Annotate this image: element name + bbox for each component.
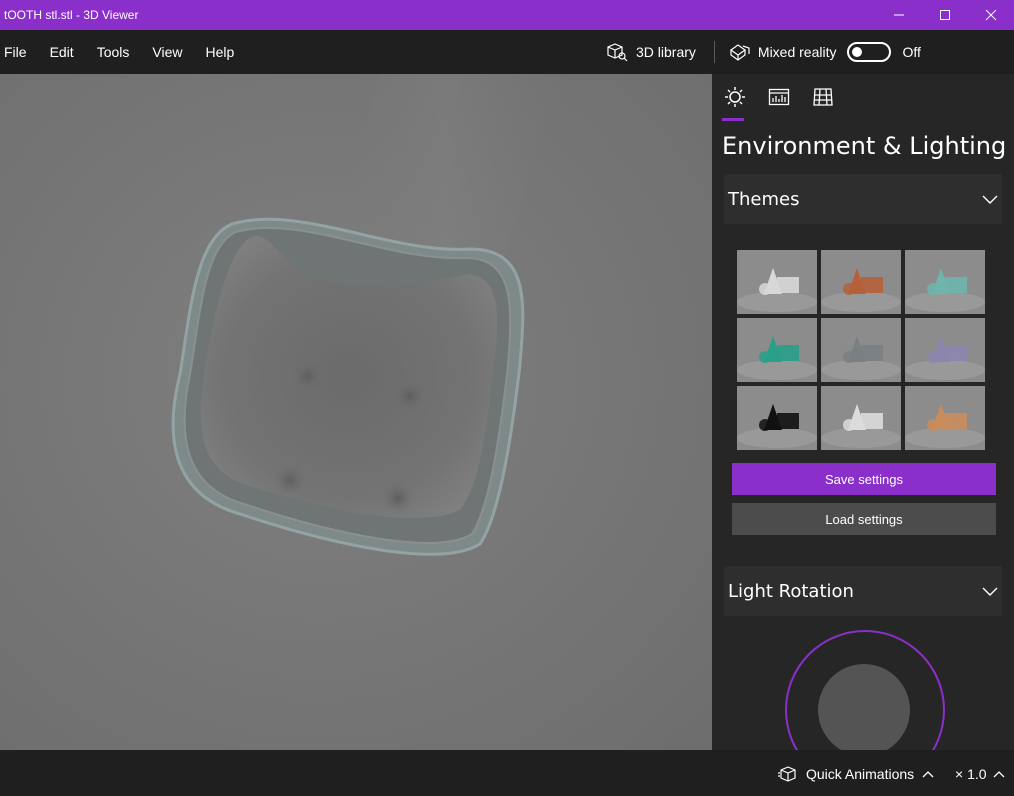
mixed-reality-icon	[729, 44, 750, 61]
panel-tabs	[722, 86, 854, 121]
mixed-reality-button[interactable]: Mixed reality	[729, 42, 837, 62]
mixed-reality-state: Off	[902, 44, 921, 60]
3d-library-label: 3D library	[636, 44, 696, 60]
themes-section-header[interactable]: Themes	[724, 174, 1002, 224]
theme-thumbnail[interactable]	[905, 250, 985, 314]
tab-grid[interactable]	[810, 86, 854, 120]
toggle-knob	[851, 47, 862, 57]
close-icon	[985, 9, 997, 21]
save-settings-button[interactable]: Save settings	[732, 463, 996, 495]
sun-settings-icon	[725, 87, 745, 107]
tooth-model	[0, 74, 712, 750]
panel-title: Environment & Lighting	[722, 132, 1007, 160]
maximize-icon	[940, 10, 950, 20]
theme-thumbnail[interactable]	[737, 318, 817, 382]
theme-preview-icon	[905, 318, 985, 382]
theme-thumbnail[interactable]	[737, 386, 817, 450]
3d-viewport[interactable]	[0, 74, 712, 750]
theme-grid	[737, 250, 987, 450]
light-rotation-disc[interactable]	[818, 664, 910, 750]
animation-speed-button[interactable]: × 1.0	[955, 766, 1005, 782]
minimize-button[interactable]	[876, 0, 922, 30]
light-rotation-label: Light Rotation	[728, 580, 854, 602]
menu-file[interactable]: File	[4, 44, 27, 60]
title-bar: tOOTH stl.stl - 3D Viewer	[0, 0, 1014, 30]
menu-edit[interactable]: Edit	[50, 44, 74, 60]
light-rotation-section-header[interactable]: Light Rotation	[724, 566, 1002, 616]
theme-preview-icon	[737, 386, 817, 450]
close-button[interactable]	[968, 0, 1014, 30]
environment-panel: Environment & Lighting Themes Save setti…	[712, 74, 1014, 750]
tab-environment-lighting[interactable]	[722, 86, 766, 121]
mixed-reality-label: Mixed reality	[757, 44, 837, 60]
menu-help[interactable]: Help	[205, 44, 234, 60]
menu-separator	[713, 41, 715, 63]
menu-bar: File Edit Tools View Help 3D library Mix…	[0, 30, 1014, 74]
theme-preview-icon	[737, 250, 817, 314]
3d-library-icon	[607, 43, 628, 62]
speed-label: × 1.0	[955, 766, 987, 782]
grid-icon	[813, 88, 833, 106]
quick-animations-button[interactable]: Quick Animations	[778, 766, 942, 782]
themes-label: Themes	[728, 188, 800, 210]
theme-thumbnail[interactable]	[905, 318, 985, 382]
window-title: tOOTH stl.stl - 3D Viewer	[4, 8, 139, 22]
theme-thumbnail[interactable]	[821, 250, 901, 314]
minimize-icon	[894, 14, 904, 16]
animation-cube-icon	[778, 766, 796, 782]
chevron-down-icon	[982, 195, 998, 204]
menu-view[interactable]: View	[152, 44, 182, 60]
theme-preview-icon	[905, 386, 985, 450]
menu-tools[interactable]: Tools	[97, 44, 130, 60]
theme-preview-icon	[821, 318, 901, 382]
3d-library-button[interactable]: 3D library	[606, 42, 696, 62]
tab-stats[interactable]	[766, 86, 810, 120]
theme-thumbnail[interactable]	[905, 386, 985, 450]
theme-thumbnail[interactable]	[737, 250, 817, 314]
quick-animations-label: Quick Animations	[806, 766, 915, 782]
load-settings-button[interactable]: Load settings	[732, 503, 996, 535]
maximize-button[interactable]	[922, 0, 968, 30]
chevron-down-icon	[982, 587, 998, 596]
chevron-up-icon	[993, 771, 1004, 778]
theme-preview-icon	[737, 318, 817, 382]
theme-preview-icon	[905, 250, 985, 314]
chevron-up-icon	[922, 771, 934, 778]
mixed-reality-toggle[interactable]	[846, 42, 891, 62]
theme-thumbnail[interactable]	[821, 386, 901, 450]
theme-preview-icon	[821, 250, 901, 314]
theme-thumbnail[interactable]	[821, 318, 901, 382]
theme-preview-icon	[821, 386, 901, 450]
stats-icon	[768, 88, 790, 106]
status-bar: Quick Animations × 1.0	[0, 750, 1014, 796]
